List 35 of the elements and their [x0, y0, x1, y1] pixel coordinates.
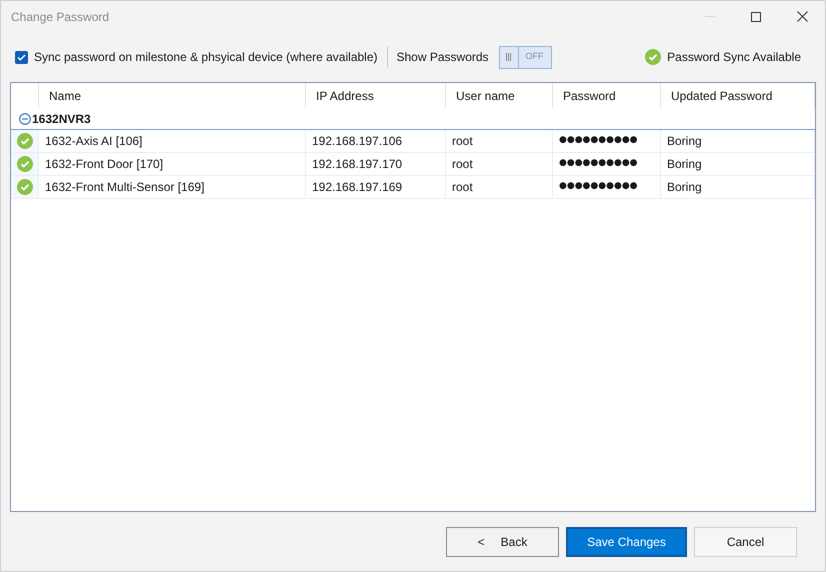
- group-name: 1632NVR3: [32, 110, 91, 128]
- column-header[interactable]: IP Address: [306, 83, 446, 108]
- save-changes-button[interactable]: Save Changes: [566, 526, 687, 556]
- table-cell-text: 1632-Front Door [170]: [45, 156, 164, 173]
- sync-status: Password Sync Available: [667, 49, 801, 66]
- table-cell-text: 1632-Axis AI [106]: [45, 133, 142, 150]
- table-cell-text: Boring: [667, 179, 702, 196]
- column-header[interactable]: Password: [553, 83, 661, 108]
- sync-label: Sync password on milestone & phsyical device (where available): [34, 49, 378, 66]
- table-cell-text: Boring: [667, 133, 702, 150]
- check-circle-icon: [645, 49, 662, 65]
- show-passwords-label: Show Passwords: [396, 49, 489, 66]
- back-button[interactable]: < Back: [446, 526, 559, 556]
- device-row[interactable]: 1632-Front Multi-Sensor [169] 192.168.197.169 root ●●●●●●●●●● Boring: [11, 176, 815, 199]
- column-header[interactable]: User name: [446, 83, 553, 108]
- table-cell-text: Boring: [667, 156, 702, 173]
- table-cell-text: root: [452, 133, 473, 150]
- cancel-button[interactable]: Cancel: [694, 526, 797, 556]
- table-cell-text: ●●●●●●●●●●: [559, 157, 638, 170]
- close-icon: [796, 11, 808, 22]
- column-header[interactable]: Updated Password: [661, 83, 815, 108]
- collapse-icon[interactable]: [19, 112, 31, 124]
- device-row[interactable]: 1632-Front Door [170] 192.168.197.170 root ●●●●●●●●●● Boring: [11, 153, 815, 176]
- table-cell-text: 192.168.197.169: [312, 179, 402, 196]
- table-cell-text: ●●●●●●●●●●: [559, 180, 638, 194]
- table-cell-text: 192.168.197.170: [312, 156, 402, 173]
- device-row[interactable]: 1632-Axis AI [106] 192.168.197.106 root ●●●●●●●●●● Boring: [11, 130, 815, 153]
- window-title: Change Password: [11, 8, 110, 26]
- table-cell-text: root: [452, 179, 473, 196]
- table-cell-text: 192.168.197.106: [312, 133, 402, 150]
- sync-checkbox[interactable]: [15, 50, 28, 64]
- column-header[interactable]: Name: [39, 83, 306, 108]
- table-cell-text: ●●●●●●●●●●: [559, 134, 638, 148]
- table-cell-text: 1632-Front Multi-Sensor [169]: [45, 179, 204, 196]
- table-cell-text: root: [452, 156, 473, 173]
